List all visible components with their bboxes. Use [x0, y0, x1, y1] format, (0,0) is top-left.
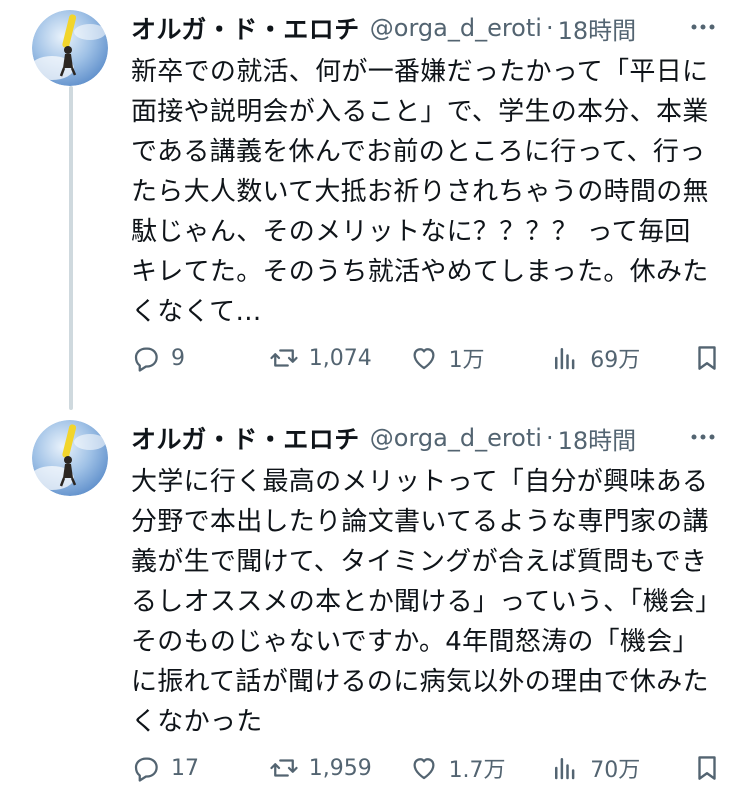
reply-button[interactable]: 9 — [131, 343, 269, 373]
retweet-count: 1,074 — [308, 345, 372, 371]
like-count: 1万 — [448, 348, 485, 373]
views-button[interactable]: 70万 — [550, 752, 692, 784]
separator-dot: · — [545, 424, 554, 452]
user-handle[interactable]: @orga_d_eroti — [370, 14, 542, 42]
tweet-text: 新卒での就活、何が一番嫌だったかって「平日に面接や説明会が入ること」で、学生の本… — [131, 57, 709, 327]
user-handle[interactable]: @orga_d_eroti — [370, 424, 542, 452]
bookmark-icon — [698, 346, 716, 370]
reply-count: 17 — [171, 755, 199, 781]
like-icon — [413, 348, 435, 370]
retweet-icon — [270, 759, 298, 777]
action-bar: 17 1,959 1.7万 70万 — [131, 748, 722, 788]
avatar[interactable] — [32, 420, 108, 496]
like-button[interactable]: 1.7万 — [409, 752, 551, 784]
separator-dot: · — [545, 14, 554, 42]
display-name[interactable]: オルガ・ド・エロチ — [131, 10, 360, 46]
reply-button[interactable]: 17 — [131, 753, 269, 783]
view-count: 69万 — [590, 348, 641, 373]
like-count: 1.7万 — [448, 758, 506, 783]
views-button[interactable]: 69万 — [550, 342, 692, 374]
more-icon[interactable] — [688, 422, 718, 452]
views-icon — [555, 758, 575, 780]
display-name[interactable]: オルガ・ド・エロチ — [131, 420, 360, 456]
reply-icon — [134, 757, 158, 782]
reply-count: 9 — [171, 345, 185, 371]
views-icon — [555, 348, 575, 370]
retweet-button[interactable]: 1,959 — [269, 753, 409, 783]
retweet-icon — [270, 349, 298, 367]
tweet[interactable]: オルガ・ド・エロチ @orga_d_eroti · 18時間 新卒での就活、何が… — [0, 0, 750, 410]
avatar[interactable] — [32, 10, 108, 86]
view-count: 70万 — [590, 758, 641, 783]
reply-icon — [134, 347, 158, 372]
tweet-header: オルガ・ド・エロチ @orga_d_eroti · 18時間 — [131, 10, 730, 46]
action-bar: 9 1,074 1万 69万 — [131, 338, 722, 378]
bookmark-button[interactable] — [692, 753, 722, 783]
timestamp[interactable]: 18時間 — [558, 11, 637, 46]
tweet-header: オルガ・ド・エロチ @orga_d_eroti · 18時間 — [131, 420, 730, 456]
tweet-text: 大学に行く最高のメリットって「自分が興味ある分野で本出したり論文書いてるような専… — [131, 467, 709, 737]
tweet[interactable]: オルガ・ド・エロチ @orga_d_eroti · 18時間 大学に行く最高のメ… — [0, 410, 750, 802]
bookmark-icon — [698, 756, 716, 780]
more-icon[interactable] — [688, 12, 718, 42]
retweet-button[interactable]: 1,074 — [269, 343, 409, 373]
timestamp[interactable]: 18時間 — [558, 421, 637, 456]
like-button[interactable]: 1万 — [409, 342, 551, 374]
bookmark-button[interactable] — [692, 343, 722, 373]
retweet-count: 1,959 — [308, 755, 372, 781]
like-icon — [413, 758, 435, 780]
